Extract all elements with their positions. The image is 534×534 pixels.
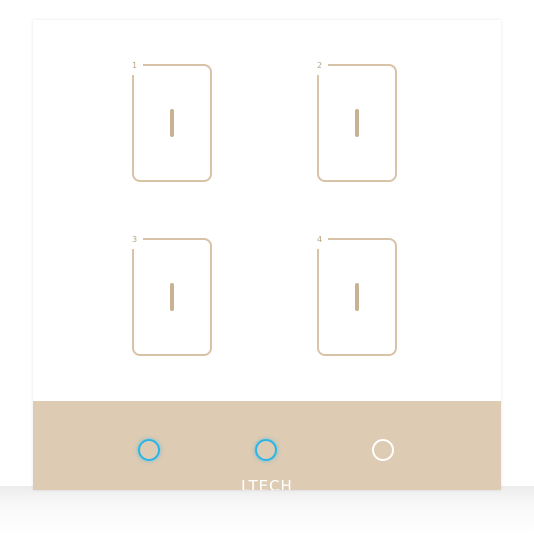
key-4-button[interactable]: 4 (316, 235, 397, 356)
switch-panel: 1 2 3 4 LTECH (33, 20, 501, 490)
key-bar-icon (170, 109, 174, 137)
indicator-3-ring-icon[interactable] (372, 439, 394, 461)
brand-logo: LTECH (241, 477, 293, 490)
indicator-1-ring-icon[interactable] (138, 439, 160, 461)
key-3-button[interactable]: 3 (131, 235, 212, 356)
key-bar-icon (355, 283, 359, 311)
product-stage: 1 2 3 4 LTECH (0, 0, 534, 534)
key-bar-icon (170, 283, 174, 311)
control-band: LTECH (33, 401, 501, 490)
indicator-2-ring-icon[interactable] (255, 439, 277, 461)
key-1-button[interactable]: 1 (131, 61, 212, 182)
floor-shadow (0, 486, 534, 534)
key-2-number: 2 (317, 61, 323, 70)
key-bar-icon (355, 109, 359, 137)
key-4-number: 4 (317, 235, 323, 244)
key-1-number: 1 (132, 61, 138, 70)
key-3-number: 3 (132, 235, 138, 244)
key-2-button[interactable]: 2 (316, 61, 397, 182)
